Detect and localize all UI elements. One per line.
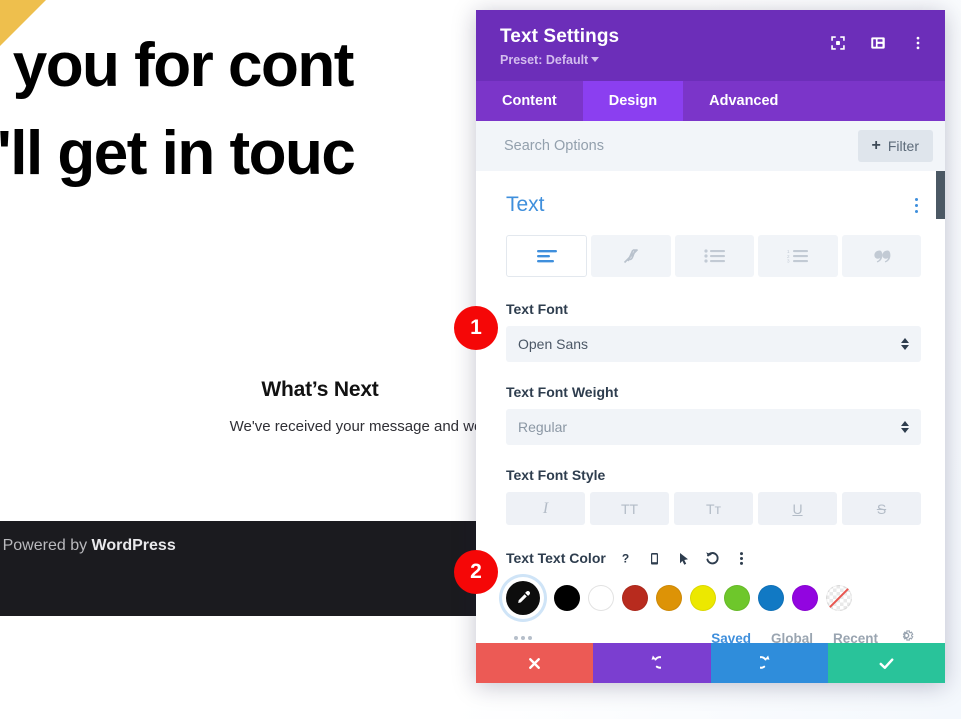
undo-icon <box>651 654 662 669</box>
text-settings-panel: Text Settings Preset: Default Content De… <box>476 10 945 683</box>
swatch-blue[interactable] <box>758 585 784 611</box>
fullscreen-icon[interactable] <box>829 34 847 52</box>
blockquote-button[interactable] <box>841 235 922 277</box>
svg-text:?: ? <box>622 551 629 565</box>
step-badge-1: 1 <box>454 306 498 350</box>
swatch-tab-group: Saved Global Recent <box>711 627 915 643</box>
tab-design[interactable]: Design <box>582 81 684 121</box>
responsive-phone-icon[interactable] <box>646 549 664 567</box>
reset-icon[interactable] <box>704 549 722 567</box>
preset-label: Preset: Default <box>500 53 589 67</box>
text-font-weight-select[interactable]: Regular <box>506 409 921 445</box>
text-font-style-label: Text Font Style <box>506 467 606 483</box>
text-align-left-button[interactable] <box>506 235 588 277</box>
swatch-white[interactable] <box>588 585 614 611</box>
color-swatch-row <box>506 581 921 615</box>
underline-button[interactable]: U <box>758 492 837 525</box>
text-font-select[interactable]: Open Sans <box>506 326 921 362</box>
swatch-brick-red[interactable] <box>622 585 648 611</box>
ordered-list-icon: 1 2 3 <box>787 249 808 263</box>
text-align-left-icon <box>536 250 557 263</box>
text-font-select-wrap: Open Sans <box>506 326 921 362</box>
blockquote-icon <box>874 250 891 263</box>
text-font-label: Text Font <box>506 301 568 317</box>
panel-tabs: Content Design Advanced <box>476 81 945 121</box>
cancel-button[interactable] <box>476 643 594 683</box>
eyedropper-icon <box>518 590 531 603</box>
panel-scrollbar-thumb[interactable] <box>936 171 945 219</box>
help-icon[interactable]: ? <box>617 549 635 567</box>
panel-header-icons <box>829 34 927 52</box>
swatch-tab-global[interactable]: Global <box>771 631 813 644</box>
tab-advanced[interactable]: Advanced <box>683 81 804 121</box>
layout-panel-icon[interactable] <box>869 34 887 52</box>
gear-icon[interactable] <box>898 627 915 643</box>
panel-header: Text Settings Preset: Default <box>476 10 945 81</box>
step-badge-2: 2 <box>454 550 498 594</box>
redo-icon <box>759 654 770 669</box>
eyedropper-button[interactable] <box>506 581 540 615</box>
preset-selector[interactable]: Preset: Default <box>500 53 921 67</box>
save-button[interactable] <box>827 643 945 683</box>
hero-line-1: k you for cont <box>0 31 354 100</box>
undo-button[interactable] <box>593 643 711 683</box>
unordered-list-button[interactable] <box>674 235 755 277</box>
text-align-button-group: 1 2 3 <box>506 235 922 277</box>
hero-line-2: e'll get in touc <box>0 119 356 189</box>
hover-cursor-icon[interactable] <box>675 549 693 567</box>
section-title: Text <box>506 193 545 216</box>
footer-credit-prefix: | Powered by <box>0 537 92 554</box>
plus-icon: + <box>871 137 881 154</box>
filter-button-label: Filter <box>887 138 919 154</box>
unordered-list-icon <box>703 249 725 263</box>
redo-button[interactable] <box>710 643 828 683</box>
footer-credit: | Powered by WordPress <box>0 537 176 555</box>
chevron-down-icon <box>591 57 600 62</box>
text-font-style-group: I TT Tᴛ U S <box>506 492 921 525</box>
section-more-icon[interactable] <box>912 195 921 216</box>
search-row: + Filter <box>476 121 945 171</box>
swatch-transparent[interactable] <box>826 585 852 611</box>
no-format-icon <box>624 248 639 264</box>
capitalize-button[interactable]: Tᴛ <box>674 492 753 525</box>
swatch-footer: Saved Global Recent <box>506 627 921 643</box>
text-color-label-row: Text Text Color ? <box>506 549 921 567</box>
panel-body: Text 1 2 3 Text Font Open Sans Text Font… <box>476 171 945 643</box>
ordered-list-button[interactable]: 1 2 3 <box>758 235 838 277</box>
swatch-tab-saved[interactable]: Saved <box>711 631 751 644</box>
swatch-purple[interactable] <box>792 585 818 611</box>
filter-button[interactable]: + Filter <box>857 130 933 162</box>
panel-scrollbar-track[interactable] <box>936 171 945 643</box>
no-format-button[interactable] <box>591 235 671 277</box>
footer-credit-brand[interactable]: WordPress <box>92 537 176 554</box>
hero-heading: k you for cont e'll get in touc <box>0 22 524 198</box>
strikethrough-button[interactable]: S <box>842 492 921 525</box>
check-icon <box>879 657 894 669</box>
screen: k you for cont e'll get in touc What’s N… <box>0 0 961 719</box>
text-font-weight-select-wrap: Regular <box>506 409 921 445</box>
swatch-amber[interactable] <box>656 585 682 611</box>
tab-content[interactable]: Content <box>476 81 583 121</box>
text-color-label: Text Text Color <box>506 550 606 566</box>
swatch-yellow[interactable] <box>690 585 716 611</box>
more-vertical-icon[interactable] <box>733 549 751 567</box>
svg-text:3: 3 <box>787 259 790 263</box>
swatch-black[interactable] <box>554 585 580 611</box>
more-vertical-icon[interactable] <box>909 34 927 52</box>
italic-button[interactable]: I <box>506 492 585 525</box>
panel-action-bar <box>476 643 945 683</box>
uppercase-button[interactable]: TT <box>590 492 669 525</box>
text-font-weight-label: Text Font Weight <box>506 384 619 400</box>
swatch-tab-recent[interactable]: Recent <box>833 631 878 644</box>
close-icon <box>529 657 541 669</box>
search-input[interactable] <box>504 134 804 158</box>
swatch-green[interactable] <box>724 585 750 611</box>
section-header: Text <box>506 193 921 217</box>
more-colors-icon[interactable] <box>514 636 532 640</box>
